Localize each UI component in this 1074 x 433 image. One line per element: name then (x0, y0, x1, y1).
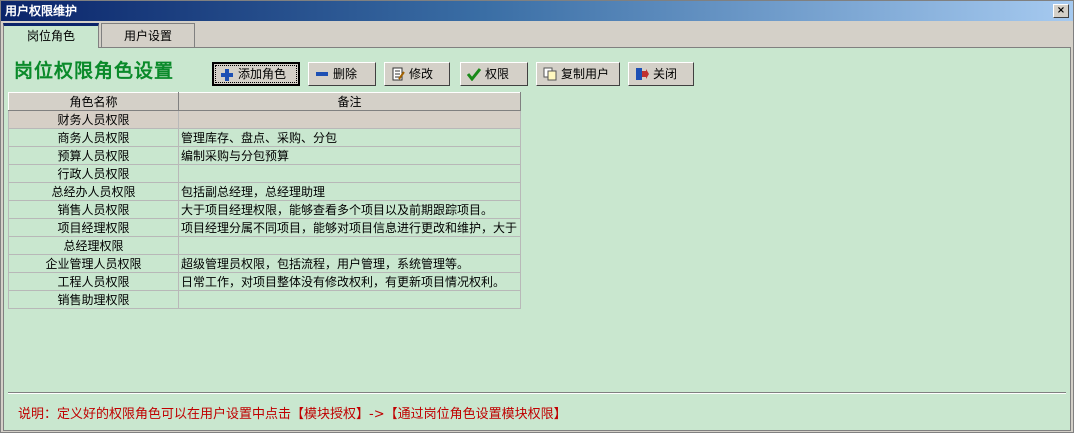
permission-button[interactable]: 权限 (460, 62, 528, 86)
role-name-cell: 行政人员权限 (8, 164, 179, 183)
footer-divider (8, 392, 1066, 394)
note-cell (178, 110, 521, 129)
close-window-button[interactable]: × (1053, 4, 1069, 18)
delete-label: 删除 (333, 67, 358, 81)
close-icon: × (1056, 5, 1066, 16)
copy-user-button[interactable]: 复制用户 (536, 62, 620, 86)
table-row[interactable]: 项目经理权限 项目经理分属不同项目，能够对项目信息进行更改和维护，大于 (8, 218, 521, 237)
help-note: 说明：定义好的权限角色可以在用户设置中点击【模块授权】->【通过岗位角色设置模块… (18, 407, 567, 422)
table-row[interactable]: 财务人员权限 (8, 110, 521, 129)
table-row[interactable]: 总经理权限 (8, 236, 521, 255)
edit-document-icon (392, 67, 405, 81)
role-name-cell: 商务人员权限 (8, 128, 179, 147)
copy-icon (543, 67, 557, 81)
role-name-cell: 工程人员权限 (8, 272, 179, 291)
tab-role[interactable]: 岗位角色 (3, 23, 99, 48)
checkmark-icon (467, 68, 481, 81)
role-name-cell: 财务人员权限 (8, 110, 179, 129)
note-cell: 项目经理分属不同项目，能够对项目信息进行更改和维护，大于 (178, 218, 521, 237)
role-name-cell: 销售助理权限 (8, 290, 179, 309)
window-title: 用户权限维护 (5, 4, 78, 18)
note-cell: 管理库存、盘点、采购、分包 (178, 128, 521, 147)
edit-label: 修改 (409, 67, 434, 81)
close-label: 关闭 (653, 67, 678, 81)
note-cell: 包括副总经理，总经理助理 (178, 182, 521, 201)
note-cell (178, 290, 521, 309)
copy-user-label: 复制用户 (561, 67, 610, 81)
page-title: 岗位权限角色设置 (14, 60, 175, 82)
table-row[interactable]: 工程人员权限 日常工作，对项目整体没有修改权利，有更新项目情况权利。 (8, 272, 521, 291)
exit-door-icon (636, 68, 649, 80)
role-name-cell: 总经理权限 (8, 236, 179, 255)
table-row[interactable]: 销售助理权限 (8, 290, 521, 309)
role-name-cell: 销售人员权限 (8, 200, 179, 219)
table-row[interactable]: 预算人员权限 编制采购与分包预算 (8, 146, 521, 165)
note-cell: 编制采购与分包预算 (178, 146, 521, 165)
role-panel: 岗位权限角色设置 添加角色 删除 修改 权限 复制用户 关闭 角色名称 备注 财… (3, 47, 1071, 431)
note-cell (178, 236, 521, 255)
table-row[interactable]: 行政人员权限 (8, 164, 521, 183)
column-header-role-name[interactable]: 角色名称 (8, 92, 179, 111)
role-name-cell: 总经办人员权限 (8, 182, 179, 201)
add-role-button[interactable]: 添加角色 (212, 62, 300, 86)
note-cell: 超级管理员权限，包括流程，用户管理，系统管理等。 (178, 254, 521, 273)
close-button[interactable]: 关闭 (628, 62, 694, 86)
role-name-cell: 项目经理权限 (8, 218, 179, 237)
table-row[interactable]: 总经办人员权限 包括副总经理，总经理助理 (8, 182, 521, 201)
delete-button[interactable]: 删除 (308, 62, 376, 86)
note-cell (178, 164, 521, 183)
add-role-label: 添加角色 (238, 67, 287, 81)
role-table: 角色名称 备注 财务人员权限 商务人员权限 管理库存、盘点、采购、分包 预算人员权… (8, 92, 521, 309)
minus-icon (316, 72, 328, 76)
column-header-note[interactable]: 备注 (178, 92, 521, 111)
note-cell: 日常工作，对项目整体没有修改权利，有更新项目情况权利。 (178, 272, 521, 291)
title-bar: 用户权限维护 × (1, 1, 1073, 21)
permission-label: 权限 (485, 67, 510, 81)
table-row[interactable]: 商务人员权限 管理库存、盘点、采购、分包 (8, 128, 521, 147)
role-name-cell: 企业管理人员权限 (8, 254, 179, 273)
table-header-row: 角色名称 备注 (8, 92, 521, 111)
table-row[interactable]: 企业管理人员权限 超级管理员权限，包括流程，用户管理，系统管理等。 (8, 254, 521, 273)
table-row[interactable]: 销售人员权限 大于项目经理权限，能够查看多个项目以及前期跟踪项目。 (8, 200, 521, 219)
tab-user-settings[interactable]: 用户设置 (101, 23, 195, 47)
note-cell: 大于项目经理权限，能够查看多个项目以及前期跟踪项目。 (178, 200, 521, 219)
plus-icon (221, 69, 233, 81)
role-name-cell: 预算人员权限 (8, 146, 179, 165)
app-window: 用户权限维护 × 岗位角色 用户设置 岗位权限角色设置 添加角色 删除 修改 权… (0, 0, 1074, 433)
edit-button[interactable]: 修改 (384, 62, 450, 86)
